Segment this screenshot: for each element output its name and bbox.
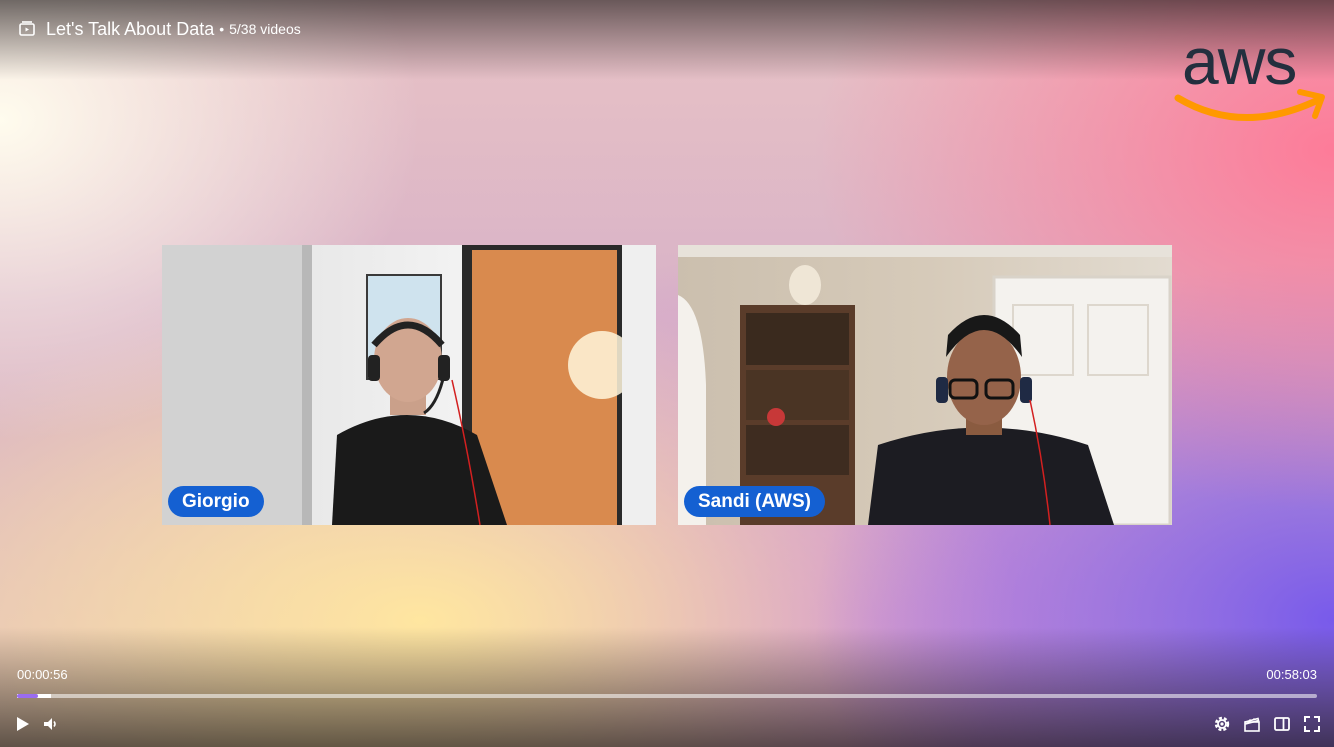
aws-logo: aws: [1174, 32, 1325, 121]
current-time: 00:00:56: [17, 667, 68, 682]
participant-name-tag: Sandi (AWS): [684, 486, 825, 517]
sandi-scene: [678, 245, 1172, 525]
fullscreen-button[interactable]: [1300, 712, 1324, 736]
video-header: Let's Talk About Data • 5/38 videos: [18, 16, 301, 42]
chapters-button[interactable]: [1240, 712, 1264, 736]
title-separator: •: [219, 21, 225, 37]
participant-name-tag: Giorgio: [168, 486, 264, 517]
logo-text: aws: [1182, 32, 1296, 98]
progress-bar[interactable]: [17, 694, 1317, 698]
playlist-icon[interactable]: [18, 20, 36, 38]
video-count: 5/38 videos: [229, 21, 301, 37]
fullscreen-icon: [1304, 716, 1320, 732]
gear-icon: [1214, 716, 1230, 732]
sidebar-toggle-button[interactable]: [1270, 712, 1294, 736]
volume-button[interactable]: [38, 712, 62, 736]
volume-icon: [44, 718, 56, 730]
participant-video-giorgio: Giorgio: [162, 245, 656, 525]
clapperboard-icon: [1244, 717, 1260, 732]
settings-button[interactable]: [1210, 712, 1234, 736]
play-button[interactable]: [10, 712, 34, 736]
playlist-title[interactable]: Let's Talk About Data: [46, 19, 214, 40]
sidebar-panel-icon: [1274, 717, 1290, 731]
bottom-overlay: [0, 627, 1334, 747]
giorgio-scene: [162, 245, 656, 525]
participant-video-sandi: Sandi (AWS): [678, 245, 1172, 525]
total-duration: 00:58:03: [1266, 667, 1317, 682]
progress-played: [17, 694, 38, 698]
video-frame[interactable]: Let's Talk About Data • 5/38 videos aws …: [0, 0, 1334, 747]
play-icon: [17, 717, 29, 731]
